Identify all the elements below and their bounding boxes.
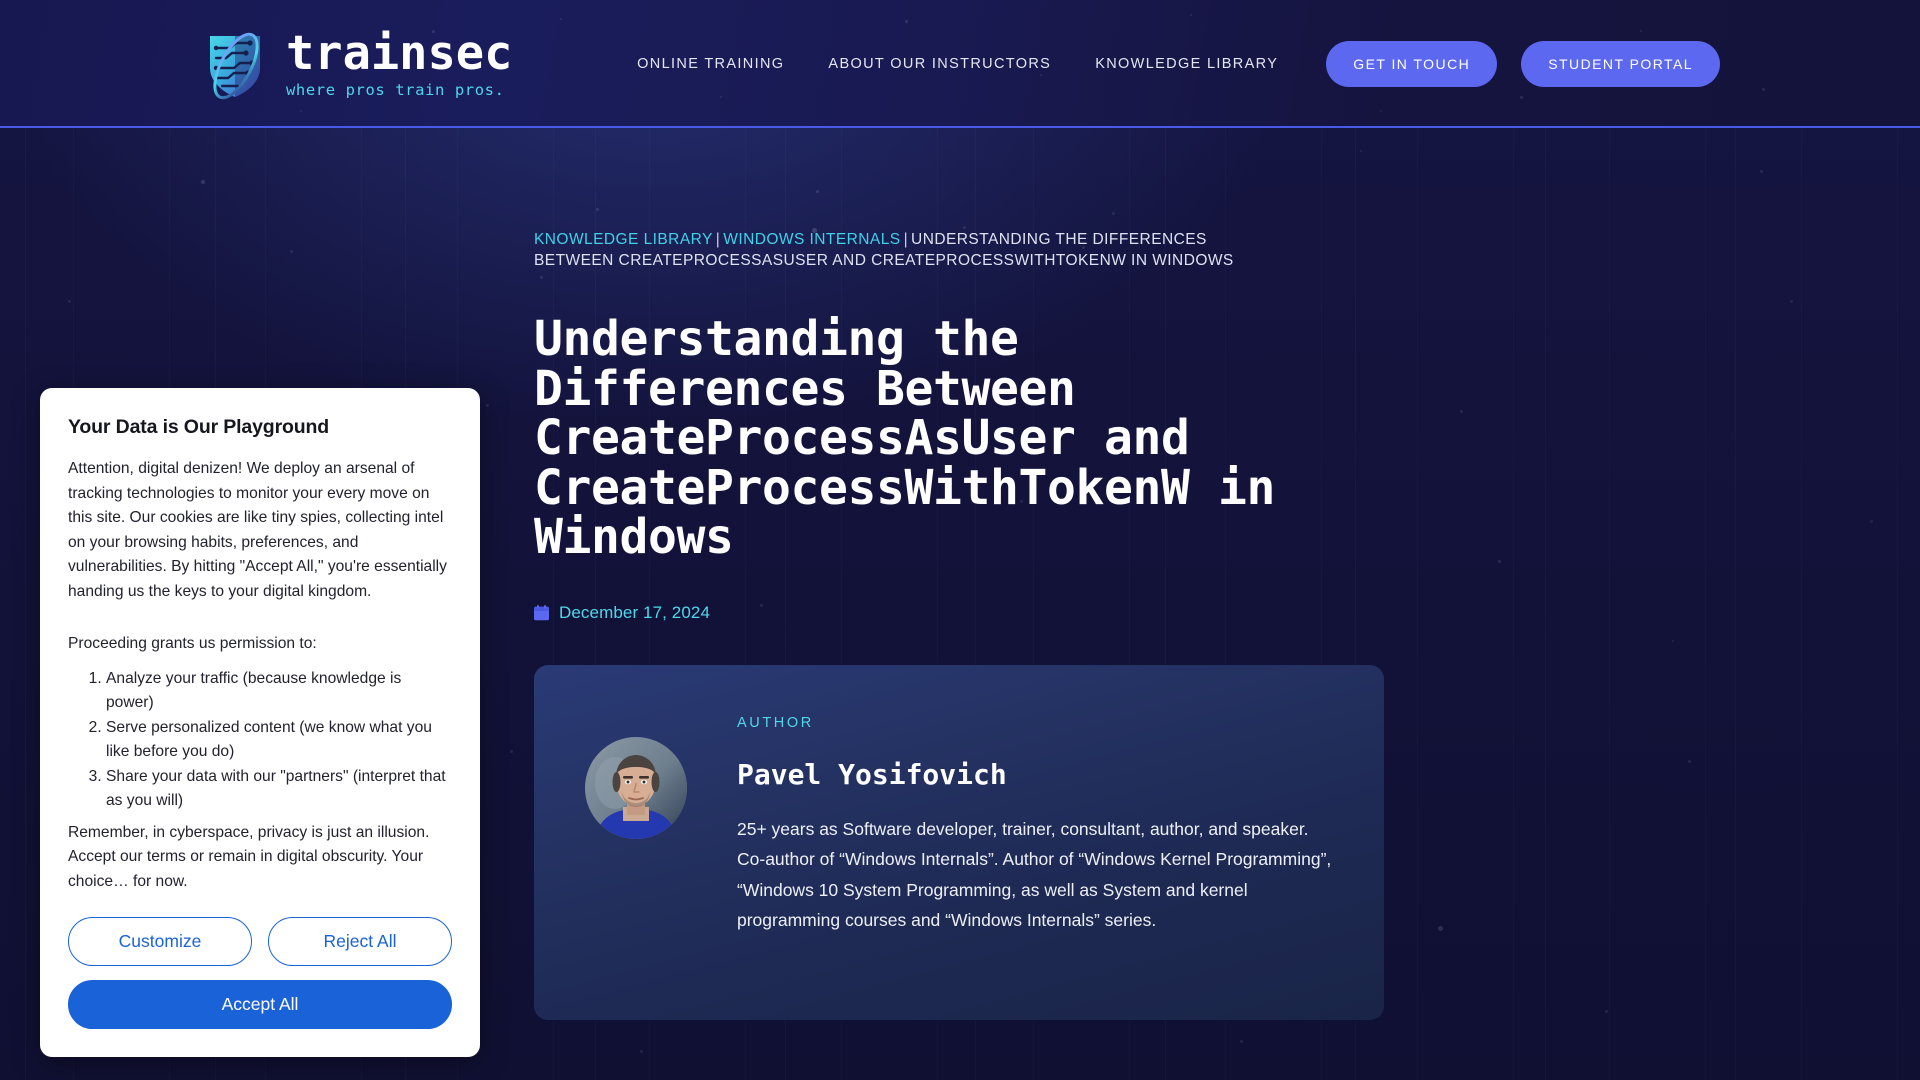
avatar (585, 736, 687, 839)
site-logo[interactable]: trainsec where pros train pros. (200, 26, 512, 102)
breadcrumb-separator-1: | (715, 231, 721, 248)
cookie-dialog-actions: Customize Reject All Accept All (68, 917, 452, 1029)
star-dot (1605, 1010, 1608, 1013)
publish-date-row: December 17, 2024 (534, 603, 1394, 623)
student-portal-button[interactable]: STUDENT PORTAL (1521, 41, 1720, 87)
star-dot (1790, 300, 1793, 303)
reject-all-button[interactable]: Reject All (268, 917, 452, 966)
cookie-dialog-heading: Your Data is Our Playground (68, 416, 330, 438)
breadcrumb: KNOWLEDGE LIBRARY | WINDOWS INTERNALS | UNDE… (534, 229, 1234, 271)
author-name: Pavel Yosifovich (737, 757, 1007, 791)
author-label: AUTHOR (737, 714, 814, 731)
nav-item-online-training[interactable]: ONLINE TRAINING (615, 46, 806, 82)
star-dot (510, 750, 513, 753)
author-details: AUTHOR Pavel Yosifovich 25+ years as Sof… (737, 715, 1337, 936)
star-dot (290, 250, 293, 253)
logo-tagline: where pros train pros. (286, 81, 505, 99)
accept-all-button[interactable]: Accept All (68, 980, 452, 1029)
primary-navigation: ONLINE TRAINING ABOUT OUR INSTRUCTORS KN… (615, 0, 1720, 128)
cookie-dialog-intro: Attention, digital denizen! We deploy an… (68, 460, 447, 600)
author-portrait-icon (585, 736, 687, 839)
logo-wordmark: trainsec (286, 26, 513, 81)
breadcrumb-link-knowledge-library[interactable]: KNOWLEDGE LIBRARY (534, 231, 713, 248)
breadcrumb-separator-2: | (903, 231, 909, 248)
breadcrumb-link-windows-internals[interactable]: WINDOWS INTERNALS (723, 231, 900, 248)
star-dot (300, 110, 302, 112)
cookie-permissions-list: Analyze your traffic (because knowledge … (68, 667, 452, 814)
star-dot (1672, 640, 1674, 642)
nav-item-knowledge-library[interactable]: KNOWLEDGE LIBRARY (1073, 46, 1300, 82)
star-dot (201, 180, 205, 184)
list-item: Analyze your traffic (because knowledge … (106, 667, 452, 716)
author-bio: 25+ years as Software developer, trainer… (737, 818, 1332, 931)
shield-circuit-logo-icon (210, 32, 260, 100)
star-dot (640, 1050, 643, 1053)
list-item: Serve personalized content (we know what… (106, 716, 452, 765)
article-main: KNOWLEDGE LIBRARY | WINDOWS INTERNALS | UNDE… (534, 128, 1394, 1020)
star-dot (1762, 88, 1765, 91)
get-in-touch-button[interactable]: GET IN TOUCH (1326, 41, 1498, 87)
cookie-consent-dialog: Your Data is Our Playground Attention, d… (40, 388, 480, 1057)
publish-date: December 17, 2024 (559, 602, 711, 622)
star-dot (1688, 760, 1691, 763)
list-item: Share your data with our "partners" (int… (106, 765, 452, 814)
site-header: trainsec where pros train pros. ONLINE T… (0, 0, 1920, 128)
star-dot (1460, 410, 1463, 413)
star-dot (1438, 926, 1443, 931)
star-dot (1870, 520, 1873, 523)
cookie-dialog-proceed-label: Proceeding grants us permission to: (68, 635, 317, 652)
page-title: Understanding the Differences Between Cr… (534, 311, 1275, 565)
page-background: trainsec where pros train pros. ONLINE T… (0, 0, 1920, 1080)
star-dot (560, 18, 562, 20)
star-dot (1760, 170, 1763, 173)
nav-item-about-our-instructors[interactable]: ABOUT OUR INSTRUCTORS (806, 46, 1073, 82)
customize-button[interactable]: Customize (68, 917, 252, 966)
star-dot (1240, 1040, 1243, 1043)
cookie-dialog-outro: Remember, in cyberspace, privacy is just… (68, 823, 430, 890)
star-dot (68, 300, 71, 303)
star-dot (486, 404, 489, 407)
author-card: AUTHOR Pavel Yosifovich 25+ years as Sof… (534, 664, 1384, 1020)
star-dot (1498, 560, 1501, 563)
calendar-icon (534, 604, 549, 620)
